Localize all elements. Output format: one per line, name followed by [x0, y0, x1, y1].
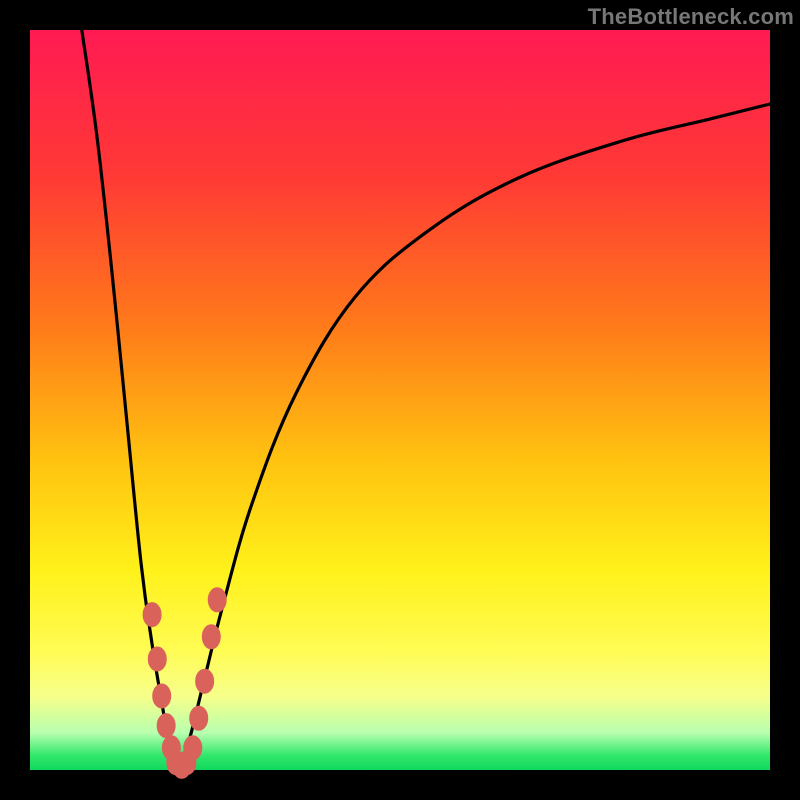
watermark-text: TheBottleneck.com [588, 4, 794, 30]
chart-frame: TheBottleneck.com [0, 0, 800, 800]
chart-bead [190, 706, 208, 730]
chart-bead [148, 647, 166, 671]
chart-bead [196, 669, 214, 693]
chart-svg [30, 30, 770, 770]
curve-right-branch [178, 104, 770, 770]
chart-bead [208, 588, 226, 612]
chart-bead [157, 714, 175, 738]
chart-bead [143, 603, 161, 627]
chart-bead [184, 736, 202, 760]
chart-bead [202, 625, 220, 649]
chart-bead [153, 684, 171, 708]
chart-beads [143, 588, 226, 779]
